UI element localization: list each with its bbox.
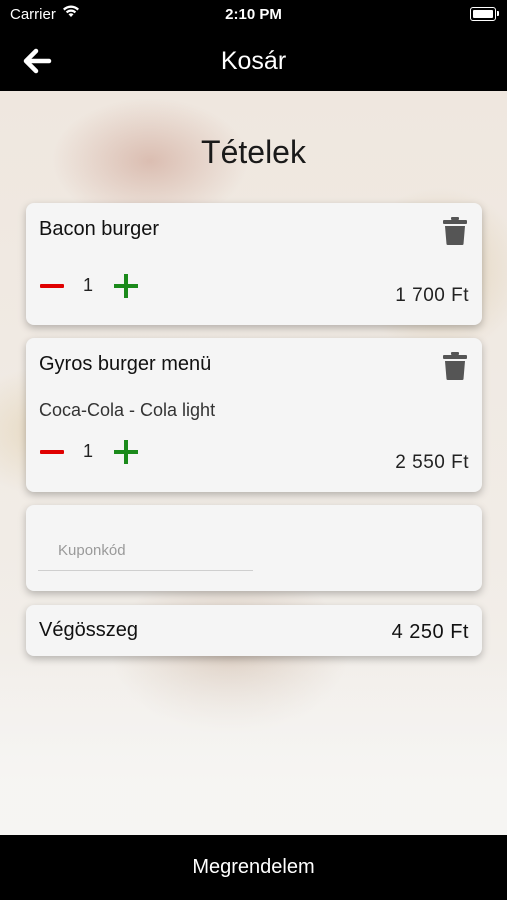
item-options: Coca-Cola - Cola light (39, 400, 216, 420)
coupon-card (26, 505, 482, 591)
order-button[interactable]: Megrendelem (0, 835, 507, 900)
battery-icon (470, 7, 499, 21)
item-quantity: 1 (82, 441, 93, 461)
section-title: Tételek (201, 134, 306, 170)
page-title: Kosár (220, 47, 287, 75)
item-name: Bacon burger (39, 218, 160, 240)
clock: 2:10 PM (225, 6, 282, 23)
cart-item-card: Bacon burger 1 1 700 Ft (26, 203, 482, 325)
total-card: Végösszeg 4 250 Ft (26, 605, 482, 656)
decrease-quantity-button[interactable] (39, 439, 65, 465)
status-bar: Carrier 2:10 PM (0, 0, 507, 28)
increase-quantity-button[interactable] (113, 273, 139, 299)
total-label: Végösszeg (39, 619, 138, 641)
increase-quantity-button[interactable] (113, 439, 139, 465)
total-value: 4 250 Ft (391, 621, 469, 643)
coupon-input[interactable] (38, 531, 253, 571)
item-price: 1 700 Ft (395, 285, 469, 306)
background-fade (0, 651, 507, 835)
top-bar: Carrier 2:10 PM Kosár (0, 0, 507, 91)
item-quantity: 1 (82, 275, 93, 295)
decrease-quantity-button[interactable] (39, 273, 65, 299)
trash-icon[interactable] (443, 217, 467, 245)
item-price: 2 550 Ft (395, 452, 469, 473)
item-name: Gyros burger menü (39, 353, 212, 375)
cart-item-card: Gyros burger menü Coca-Cola - Cola light… (26, 338, 482, 492)
trash-icon[interactable] (443, 352, 467, 380)
